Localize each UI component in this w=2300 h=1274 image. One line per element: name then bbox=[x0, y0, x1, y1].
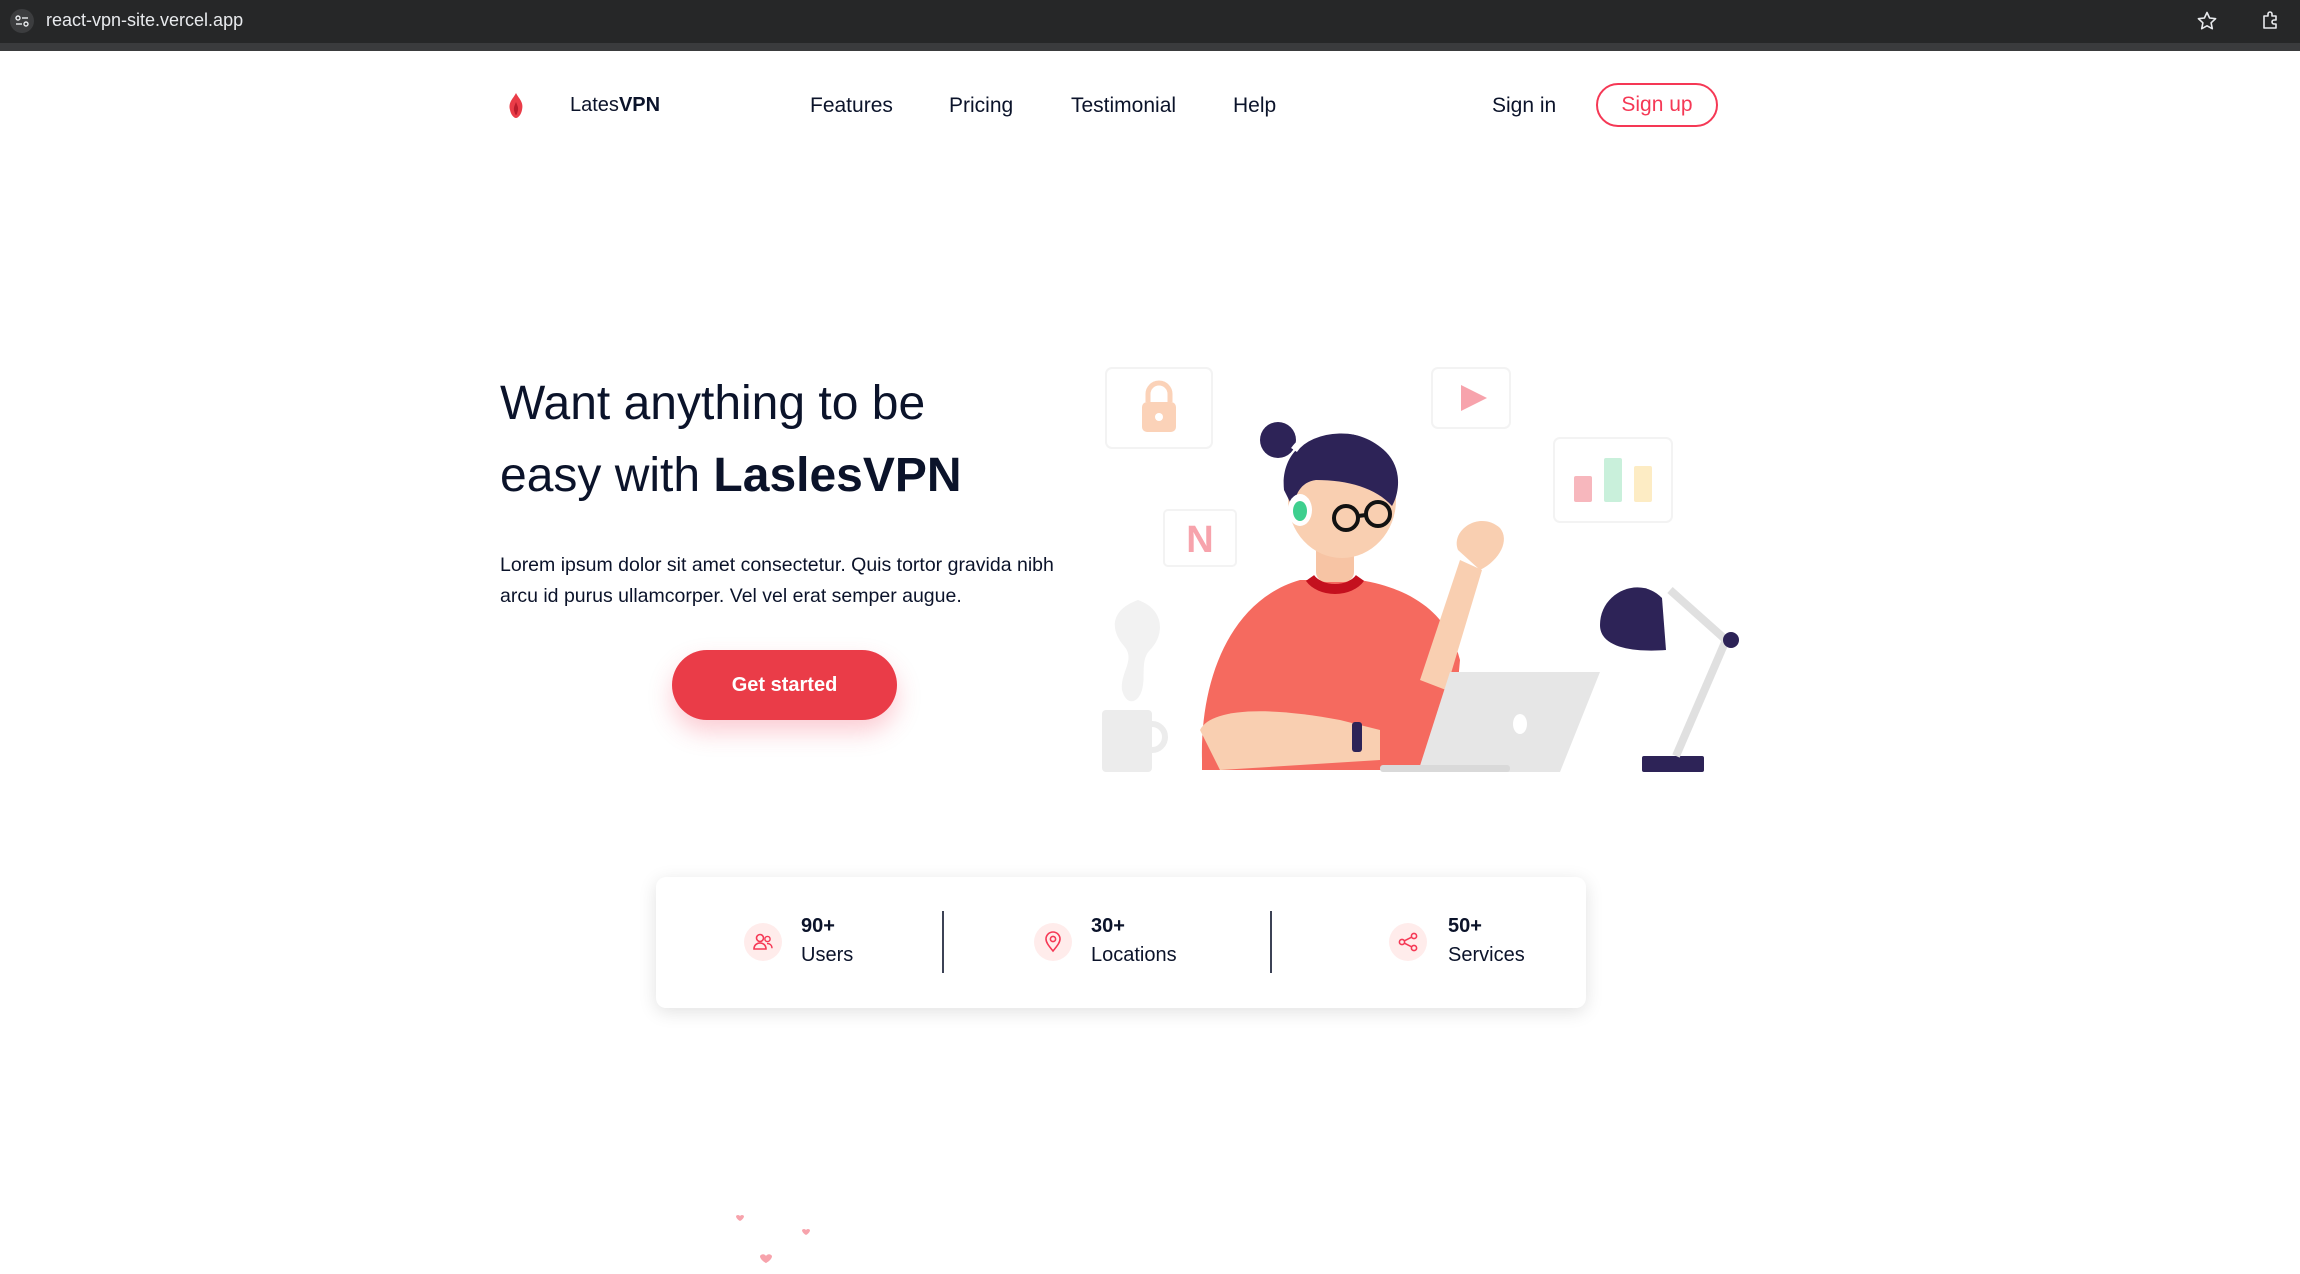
brand-bold: VPN bbox=[618, 94, 661, 116]
nav-link-help[interactable]: Help bbox=[1233, 94, 1276, 118]
brand-name[interactable]: LatesVPN bbox=[570, 94, 660, 117]
brand-prefix: Lates bbox=[570, 94, 619, 116]
get-started-button[interactable]: Get started bbox=[672, 650, 897, 720]
hero-title-line1: Want anything to be bbox=[500, 377, 926, 430]
sign-in-link[interactable]: Sign in bbox=[1492, 94, 1556, 118]
extensions-icon[interactable] bbox=[2259, 9, 2283, 38]
bookmark-star-icon[interactable] bbox=[2195, 9, 2219, 38]
hero-description: Lorem ipsum dolor sit amet consectetur. … bbox=[500, 554, 1054, 607]
stats-card: 90+ Users 30+ Locations 50+ Services bbox=[656, 877, 1586, 1008]
stat-services: 50+ Services bbox=[1286, 877, 1586, 1008]
hero-title: Want anything to be easy with LaslesVPN bbox=[500, 368, 1060, 512]
nav-link-features[interactable]: Features bbox=[810, 94, 893, 118]
browser-toolbar: react-vpn-site.vercel.app bbox=[0, 0, 2300, 51]
location-pin-icon bbox=[1034, 923, 1072, 961]
lock-card-icon bbox=[1105, 367, 1213, 449]
users-icon bbox=[744, 923, 782, 961]
stat-locations: 30+ Locations bbox=[956, 877, 1256, 1008]
hearts-decoration-icon bbox=[736, 1215, 810, 1263]
address-bar-url[interactable]: react-vpn-site.vercel.app bbox=[46, 10, 243, 31]
bar-chart-card-icon bbox=[1553, 437, 1673, 523]
svg-text:N: N bbox=[1186, 519, 1213, 561]
share-icon bbox=[1389, 923, 1427, 961]
nav-link-testimonial[interactable]: Testimonial bbox=[1071, 94, 1176, 118]
hero-illustration: N bbox=[1102, 367, 1739, 772]
stat-users: 90+ Users bbox=[656, 877, 916, 1008]
site-info-icon[interactable] bbox=[10, 9, 34, 33]
stat-divider bbox=[1270, 911, 1272, 973]
stat-locations-value: 30+ bbox=[1091, 915, 1125, 937]
hero-title-prefix: easy with bbox=[500, 449, 714, 502]
hero-title-line2: easy with LaslesVPN bbox=[500, 440, 1060, 512]
sign-up-button[interactable]: Sign up bbox=[1596, 83, 1718, 127]
logo-icon[interactable] bbox=[500, 90, 532, 127]
stat-users-value: 90+ bbox=[801, 915, 835, 937]
stat-users-label: Users bbox=[801, 944, 854, 966]
stat-services-value: 50+ bbox=[1448, 915, 1482, 937]
stat-services-label: Services bbox=[1448, 944, 1525, 966]
stat-divider bbox=[942, 911, 944, 973]
hero-title-brand: LaslesVPN bbox=[713, 449, 962, 502]
netflix-card-icon: N bbox=[1163, 509, 1237, 567]
stat-locations-label: Locations bbox=[1091, 944, 1177, 966]
nav-link-pricing[interactable]: Pricing bbox=[949, 94, 1013, 118]
play-card-icon bbox=[1431, 367, 1511, 429]
